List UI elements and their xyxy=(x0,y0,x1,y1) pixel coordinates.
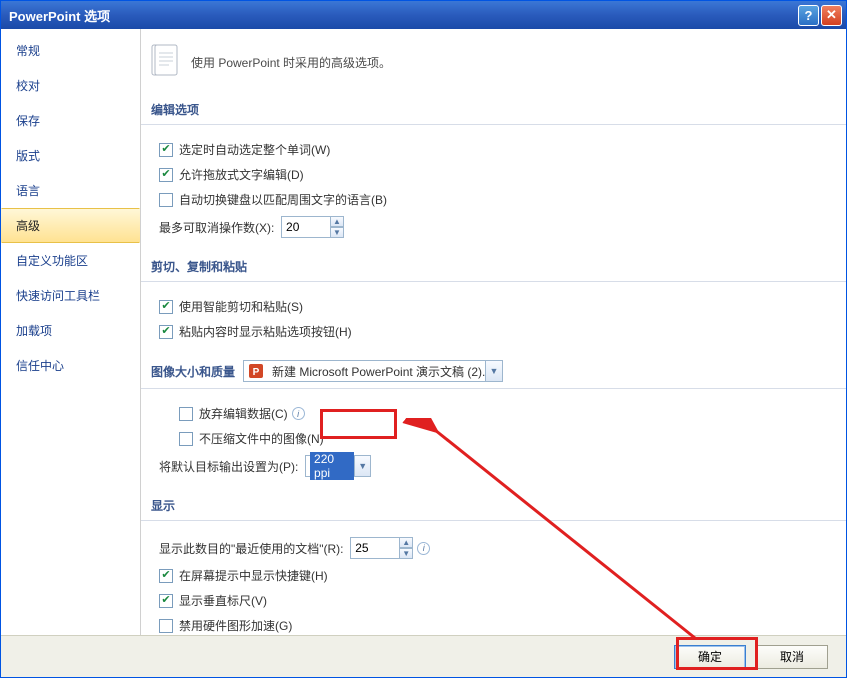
chevron-down-icon: ▼ xyxy=(354,456,370,476)
checkbox-show-shortcut-keys[interactable] xyxy=(159,569,173,583)
label-select-whole-word: 选定时自动选定整个单词(W) xyxy=(179,141,330,158)
info-icon[interactable]: i xyxy=(292,407,305,420)
section-display-title: 显示 xyxy=(141,491,846,521)
input-undo-count[interactable]: 20 xyxy=(281,216,331,238)
label-recent-documents: 显示此数目的"最近使用的文档"(R): xyxy=(159,540,344,557)
combo-target-file[interactable]: P 新建 Microsoft PowerPoint 演示文稿 (2).pptx … xyxy=(243,360,503,382)
input-recent-documents[interactable]: 25 xyxy=(350,537,400,559)
checkbox-paste-options-button[interactable] xyxy=(159,325,173,339)
label-smart-cut-paste: 使用智能剪切和粘贴(S) xyxy=(179,298,303,315)
dialog-footer: 确定 取消 xyxy=(1,635,846,677)
sidebar-item-language[interactable]: 语言 xyxy=(1,173,140,208)
undo-spinner[interactable]: ▲▼ xyxy=(330,216,344,238)
pptx-file-icon: P xyxy=(248,363,264,379)
checkbox-discard-editing-data[interactable] xyxy=(179,407,193,421)
ok-button[interactable]: 确定 xyxy=(674,645,746,669)
label-default-target-output: 将默认目标输出设置为(P): xyxy=(159,458,298,475)
section-cut-title: 剪切、复制和粘贴 xyxy=(141,252,846,282)
sidebar: 常规 校对 保存 版式 语言 高级 自定义功能区 快速访问工具栏 加载项 信任中… xyxy=(1,29,141,635)
combo-target-ppi[interactable]: 220 ppi ▼ xyxy=(305,455,371,477)
sidebar-item-proofing[interactable]: 校对 xyxy=(1,68,140,103)
section-image-title: 图像大小和质量 P 新建 Microsoft PowerPoint 演示文稿 (… xyxy=(141,354,846,389)
label-drag-drop-edit: 允许拖放式文字编辑(D) xyxy=(179,166,304,183)
svg-text:P: P xyxy=(253,367,260,378)
close-button[interactable]: ✕ xyxy=(821,5,842,26)
label-show-shortcut-keys: 在屏幕提示中显示快捷键(H) xyxy=(179,567,328,584)
label-do-not-compress: 不压缩文件中的图像(N) xyxy=(199,430,324,447)
sidebar-item-customize-ribbon[interactable]: 自定义功能区 xyxy=(1,243,140,278)
label-paste-options-button: 粘贴内容时显示粘贴选项按钮(H) xyxy=(179,323,352,340)
checkbox-auto-switch-keyboard[interactable] xyxy=(159,193,173,207)
checkbox-disable-hw-accel[interactable] xyxy=(159,619,173,633)
info-icon[interactable]: i xyxy=(417,542,430,555)
label-vertical-ruler: 显示垂直标尺(V) xyxy=(179,592,267,609)
label-auto-switch-keyboard: 自动切换键盘以匹配周围文字的语言(B) xyxy=(179,191,387,208)
sidebar-item-quick-access[interactable]: 快速访问工具栏 xyxy=(1,278,140,313)
label-discard-editing-data: 放弃编辑数据(C) xyxy=(199,405,288,422)
title-bar: PowerPoint 选项 ? ✕ xyxy=(1,1,846,29)
label-disable-hw-accel: 禁用硬件图形加速(G) xyxy=(179,617,292,634)
checkbox-smart-cut-paste[interactable] xyxy=(159,300,173,314)
checkbox-drag-drop-edit[interactable] xyxy=(159,168,173,182)
checkbox-vertical-ruler[interactable] xyxy=(159,594,173,608)
sidebar-item-addins[interactable]: 加载项 xyxy=(1,313,140,348)
label-undo-count: 最多可取消操作数(X): xyxy=(159,219,274,236)
sidebar-item-layout[interactable]: 版式 xyxy=(1,138,140,173)
content-area: 使用 PowerPoint 时采用的高级选项。 编辑选项 选定时自动选定整个单词… xyxy=(141,29,846,635)
help-button[interactable]: ? xyxy=(798,5,819,26)
page-icon xyxy=(149,43,181,81)
recent-spinner[interactable]: ▲▼ xyxy=(399,537,413,559)
cancel-button[interactable]: 取消 xyxy=(756,645,828,669)
checkbox-do-not-compress[interactable] xyxy=(179,432,193,446)
sidebar-item-trust-center[interactable]: 信任中心 xyxy=(1,348,140,383)
sidebar-item-advanced[interactable]: 高级 xyxy=(1,208,140,243)
window-title: PowerPoint 选项 xyxy=(5,6,796,25)
page-description: 使用 PowerPoint 时采用的高级选项。 xyxy=(191,54,391,71)
section-edit-title: 编辑选项 xyxy=(141,95,846,125)
sidebar-item-save[interactable]: 保存 xyxy=(1,103,140,138)
checkbox-select-whole-word[interactable] xyxy=(159,143,173,157)
sidebar-item-general[interactable]: 常规 xyxy=(1,33,140,68)
section-image-label: 图像大小和质量 xyxy=(151,363,235,380)
chevron-down-icon: ▼ xyxy=(485,361,502,381)
